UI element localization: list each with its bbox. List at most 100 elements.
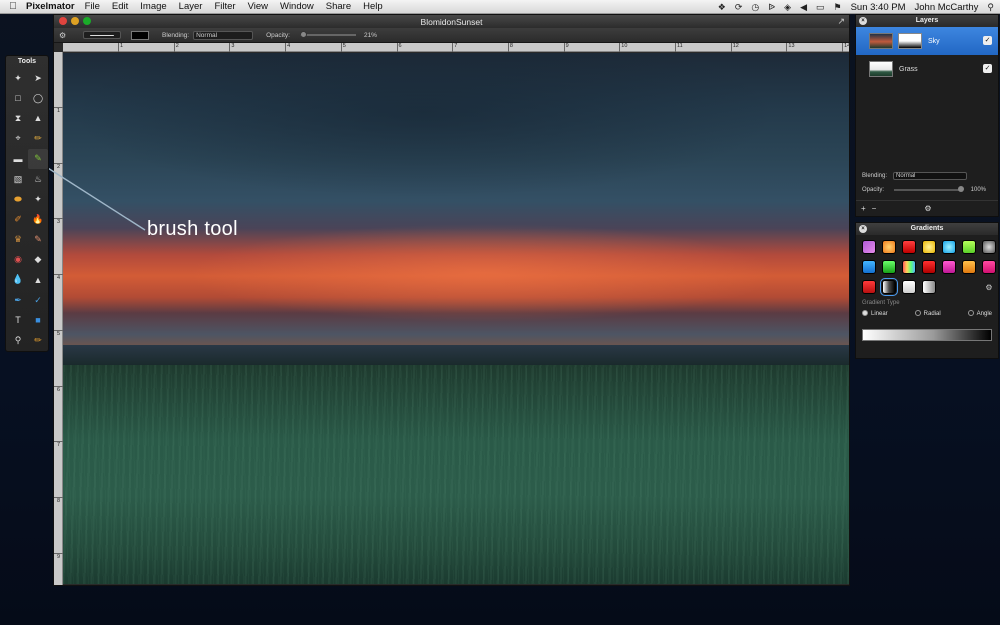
battery-icon[interactable]: ▭ [816, 2, 825, 13]
crop-tool-icon[interactable]: ⌖ [8, 129, 28, 149]
healing-tool-icon[interactable]: ✎ [28, 230, 48, 250]
image-canvas[interactable] [63, 53, 849, 584]
minimize-window-button[interactable] [71, 17, 79, 25]
polygon-lasso-tool-icon[interactable]: ▲ [28, 108, 48, 128]
gradient-swatch[interactable] [982, 260, 996, 274]
gradient-swatch[interactable] [902, 240, 916, 254]
gradients-options-gear-icon[interactable]: ⚙ [982, 280, 996, 294]
gradient-type-linear[interactable]: Linear [862, 310, 888, 317]
sync-icon[interactable]: ⟳ [735, 2, 743, 13]
menu-view[interactable]: View [248, 1, 268, 12]
gradient-swatch[interactable] [862, 280, 876, 294]
opacity-slider-knob[interactable] [299, 31, 307, 38]
bluetooth-icon[interactable]: ᐉ [768, 2, 775, 13]
zoom-window-button[interactable] [83, 17, 91, 25]
smudge-tool-icon[interactable]: ✦ [28, 189, 48, 209]
gradient-editor-bar[interactable] [862, 329, 992, 341]
gradient-swatch[interactable] [862, 240, 876, 254]
color-picker-tool-icon[interactable]: ✏ [28, 330, 48, 350]
fullscreen-icon[interactable]: ↗ [837, 16, 845, 27]
gradient-swatch[interactable] [862, 260, 876, 274]
brush-tool-icon[interactable]: ✎ [28, 148, 48, 169]
radio-icon[interactable] [862, 310, 868, 316]
layer-opacity-knob[interactable] [958, 186, 964, 192]
remove-layer-icon[interactable]: − [872, 204, 877, 213]
dropbox-icon[interactable]: ❖ [718, 2, 726, 13]
volume-icon[interactable]: ◀ [800, 2, 807, 13]
layer-blending-select[interactable]: Normal [893, 172, 968, 180]
blur-tool-icon[interactable]: 💧 [8, 270, 28, 290]
gradient-swatch[interactable] [922, 260, 936, 274]
layer-row-sky[interactable]: Sky ✓ [856, 27, 998, 55]
radio-icon[interactable] [914, 310, 921, 316]
ellipse-marquee-tool-icon[interactable]: ◯ [28, 88, 48, 108]
add-layer-icon[interactable]: + [861, 204, 866, 213]
rect-marquee-tool-icon[interactable]: □ [8, 88, 28, 108]
gradient-swatch[interactable] [922, 280, 936, 294]
blending-select[interactable]: Normal [193, 30, 254, 40]
type-tool-icon[interactable]: T [8, 310, 28, 330]
menubar-clock[interactable]: Sun 3:40 PM [851, 2, 906, 13]
layer-visibility-checkbox[interactable]: ✓ [983, 64, 992, 73]
document-titlebar[interactable]: BlomidonSunset ↗ [54, 15, 849, 28]
gradient-swatch-selected[interactable] [880, 278, 898, 296]
red-eye-tool-icon[interactable]: ◉ [8, 250, 28, 270]
menu-app-name[interactable]: Pixelmator [26, 1, 75, 12]
move-tool-icon[interactable]: ➤ [28, 68, 48, 88]
gradient-type-angle[interactable]: Angle [967, 310, 992, 317]
layers-list-empty-area[interactable] [856, 83, 998, 169]
menubar-user[interactable]: John McCarthy [915, 2, 979, 13]
layers-options-gear-icon[interactable]: ⚙ [924, 204, 931, 213]
burn-tool-icon[interactable]: 🔥 [28, 209, 48, 229]
layer-mask-thumbnail[interactable] [898, 33, 922, 49]
flag-icon[interactable]: ⚑ [834, 2, 842, 13]
layer-opacity-slider[interactable] [894, 189, 960, 191]
dodge-tool-icon[interactable]: ◆ [28, 250, 48, 270]
stamp-tool-icon[interactable]: ♛ [8, 230, 28, 250]
eyedropper-tool-icon[interactable]: ✏ [28, 129, 48, 149]
gradient-swatch[interactable] [942, 240, 956, 254]
menu-window[interactable]: Window [280, 1, 314, 12]
menu-share[interactable]: Share [326, 1, 351, 12]
brush-preset-picker[interactable] [83, 31, 121, 39]
freeform-pen-tool-icon[interactable]: ✓ [28, 290, 48, 310]
gradient-swatch[interactable] [902, 280, 916, 294]
zoom-tool-icon[interactable]: ⚲ [8, 330, 28, 350]
menu-help[interactable]: Help [363, 1, 383, 12]
menu-filter[interactable]: Filter [214, 1, 235, 12]
gradient-swatch[interactable] [882, 240, 896, 254]
gradient-swatch[interactable] [962, 260, 976, 274]
brush-color-well[interactable] [131, 30, 149, 40]
apple-icon[interactable]:  [0, 1, 26, 12]
horizontal-ruler[interactable]: 1 2 3 4 5 6 7 8 9 10 11 12 13 14 [63, 43, 850, 52]
gradient-swatch[interactable] [942, 260, 956, 274]
gradients-close-icon[interactable]: × [859, 225, 867, 233]
vertical-ruler[interactable]: 1 2 3 4 5 6 7 8 9 [54, 52, 63, 585]
pen-tool-icon[interactable]: ✒ [8, 290, 28, 310]
gradient-swatch[interactable] [882, 260, 896, 274]
gradient-swatch[interactable] [982, 240, 996, 254]
gradient-swatch[interactable] [922, 240, 936, 254]
layer-visibility-checkbox[interactable]: ✓ [983, 36, 992, 45]
pencil-tool-icon[interactable]: ✐ [8, 209, 28, 229]
gradient-tool-icon[interactable]: ▧ [8, 169, 28, 189]
layers-close-icon[interactable]: × [859, 17, 867, 25]
gradient-type-radial[interactable]: Radial [914, 310, 941, 317]
menu-edit[interactable]: Edit [112, 1, 128, 12]
radio-icon[interactable] [967, 310, 974, 316]
lasso-tool-icon[interactable]: ⧗ [8, 108, 28, 128]
gradient-swatch-empty[interactable] [942, 280, 956, 294]
wifi-icon[interactable]: ◈ [784, 2, 791, 13]
shape-tool-icon[interactable]: ■ [28, 310, 48, 330]
tool-options-gear-icon[interactable]: ⚙ [59, 31, 73, 40]
close-window-button[interactable] [59, 17, 67, 25]
menu-layer[interactable]: Layer [179, 1, 203, 12]
sharpen-tool-icon[interactable]: ▲ [28, 270, 48, 290]
gradient-swatch[interactable] [902, 260, 916, 274]
sponge-tool-icon[interactable]: ⬬ [8, 189, 28, 209]
eraser-tool-icon[interactable]: ▬ [8, 149, 28, 169]
layer-row-grass[interactable]: Grass ✓ [856, 55, 998, 83]
time-machine-icon[interactable]: ◷ [751, 2, 759, 13]
gradient-swatch-empty[interactable] [962, 280, 976, 294]
magic-wand-tool-icon[interactable]: ✦ [8, 68, 28, 88]
